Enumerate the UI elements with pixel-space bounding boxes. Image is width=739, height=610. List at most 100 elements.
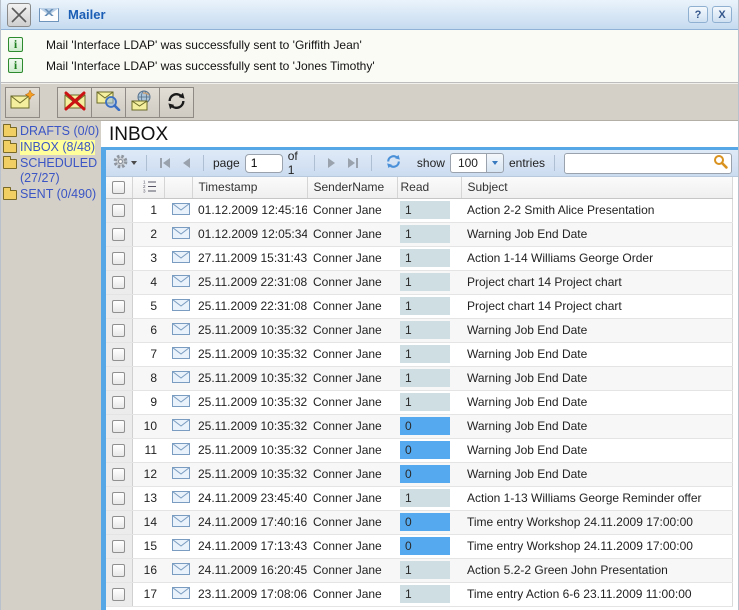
mail-icon[interactable]: [172, 204, 190, 218]
sender-cell: Conner Jane: [307, 558, 397, 582]
mail-icon[interactable]: [172, 444, 190, 458]
timestamp-cell: 25.11.2009 10:35:32: [192, 438, 307, 462]
row-checkbox[interactable]: [112, 324, 125, 337]
timestamp-cell: 27.11.2009 15:31:43: [192, 246, 307, 270]
next-page-button[interactable]: [324, 156, 339, 170]
read-cell: 1: [397, 246, 461, 270]
row-checkbox[interactable]: [112, 492, 125, 505]
row-checkbox[interactable]: [112, 228, 125, 241]
show-select-dropdown[interactable]: [486, 153, 504, 173]
row-checkbox[interactable]: [112, 396, 125, 409]
table-row[interactable]: 16 24.11.2009 16:20:45 Conner Jane 1 Act…: [106, 558, 733, 582]
read-cell: 0: [397, 534, 461, 558]
row-number: 16: [132, 558, 164, 582]
last-page-button[interactable]: [344, 156, 362, 170]
table-row[interactable]: 6 25.11.2009 10:35:32 Conner Jane 1 Warn…: [106, 318, 733, 342]
row-checkbox[interactable]: [112, 372, 125, 385]
table-row[interactable]: 4 25.11.2009 22:31:08 Conner Jane 1 Proj…: [106, 270, 733, 294]
table-row[interactable]: 5 25.11.2009 22:31:08 Conner Jane 1 Proj…: [106, 294, 733, 318]
read-badge: 1: [400, 345, 450, 363]
web-mail-button[interactable]: [125, 87, 160, 118]
table-row[interactable]: 8 25.11.2009 10:35:32 Conner Jane 1 Warn…: [106, 366, 733, 390]
row-checkbox[interactable]: [112, 516, 125, 529]
subject-cell: Warning Job End Date: [461, 414, 733, 438]
show-select[interactable]: 100: [450, 153, 486, 173]
mail-icon[interactable]: [172, 492, 190, 506]
row-checkbox[interactable]: [112, 276, 125, 289]
timestamp-cell: 25.11.2009 10:35:32: [192, 318, 307, 342]
reload-grid-button[interactable]: [381, 151, 406, 175]
help-button[interactable]: ?: [688, 6, 708, 23]
column-header-sendername[interactable]: SenderName: [307, 177, 397, 198]
row-checkbox[interactable]: [112, 252, 125, 265]
row-checkbox[interactable]: [112, 564, 125, 577]
message-table: 1 2 3 Timestamp SenderName Read: [106, 177, 733, 607]
sidebar-item-scheduled[interactable]: SCHEDULED (27/27): [3, 156, 100, 186]
new-mail-button[interactable]: [5, 87, 40, 118]
timestamp-cell: 24.11.2009 17:13:43: [192, 534, 307, 558]
table-row[interactable]: 12 25.11.2009 10:35:32 Conner Jane 0 War…: [106, 462, 733, 486]
mail-icon[interactable]: [172, 324, 190, 338]
refresh-button[interactable]: [159, 87, 194, 118]
mail-icon[interactable]: [172, 228, 190, 242]
grid-settings-button[interactable]: [112, 153, 137, 173]
of-label: of 1: [288, 149, 305, 177]
prev-page-button[interactable]: [179, 156, 194, 170]
delete-mail-button[interactable]: [57, 87, 92, 118]
mail-icon[interactable]: [172, 300, 190, 314]
sidebar-item-drafts[interactable]: DRAFTS (0/0): [3, 124, 100, 139]
search-input[interactable]: [565, 155, 709, 172]
search-button[interactable]: [709, 154, 731, 173]
read-badge: 1: [400, 369, 450, 387]
timestamp-cell: 25.11.2009 10:35:32: [192, 390, 307, 414]
row-checkbox[interactable]: [112, 204, 125, 217]
subject-cell: Warning Job End Date: [461, 438, 733, 462]
table-row[interactable]: 10 25.11.2009 10:35:32 Conner Jane 0 War…: [106, 414, 733, 438]
row-checkbox[interactable]: [112, 420, 125, 433]
page-input[interactable]: [245, 154, 283, 173]
mail-icon[interactable]: [172, 372, 190, 386]
row-checkbox[interactable]: [112, 588, 125, 601]
search-mail-button[interactable]: [91, 87, 126, 118]
table-row[interactable]: 13 24.11.2009 23:45:40 Conner Jane 1 Act…: [106, 486, 733, 510]
notification-text: Mail 'Interface LDAP' was successfully s…: [46, 38, 362, 52]
mail-icon[interactable]: [172, 276, 190, 290]
select-all-checkbox[interactable]: [112, 181, 125, 194]
column-header-subject[interactable]: Subject: [461, 177, 733, 198]
sidebar-item-sent[interactable]: SENT (0/490): [3, 187, 100, 202]
sidebar-item-inbox[interactable]: INBOX (8/48): [3, 140, 100, 155]
table-row[interactable]: 9 25.11.2009 10:35:32 Conner Jane 1 Warn…: [106, 390, 733, 414]
table-row[interactable]: 7 25.11.2009 10:35:32 Conner Jane 1 Warn…: [106, 342, 733, 366]
mail-icon[interactable]: [172, 588, 190, 602]
row-checkbox[interactable]: [112, 468, 125, 481]
mail-icon[interactable]: [172, 516, 190, 530]
mail-icon[interactable]: [172, 420, 190, 434]
row-number-column-header[interactable]: 1 2 3: [132, 177, 164, 198]
first-page-button[interactable]: [156, 156, 174, 170]
row-checkbox[interactable]: [112, 540, 125, 553]
info-icon: i: [8, 37, 23, 52]
table-row[interactable]: 14 24.11.2009 17:40:16 Conner Jane 0 Tim…: [106, 510, 733, 534]
row-checkbox[interactable]: [112, 348, 125, 361]
mail-icon[interactable]: [172, 540, 190, 554]
table-row[interactable]: 11 25.11.2009 10:35:32 Conner Jane 0 War…: [106, 438, 733, 462]
mail-icon[interactable]: [172, 564, 190, 578]
mail-icon-column-header[interactable]: [164, 177, 192, 198]
table-row[interactable]: 3 27.11.2009 15:31:43 Conner Jane 1 Acti…: [106, 246, 733, 270]
mail-icon[interactable]: [172, 396, 190, 410]
column-header-read[interactable]: Read: [397, 177, 461, 198]
subject-cell: Action 2-2 Smith Alice Presentation: [461, 198, 733, 222]
mail-icon[interactable]: [172, 252, 190, 266]
mail-icon[interactable]: [172, 348, 190, 362]
row-checkbox[interactable]: [112, 300, 125, 313]
table-row[interactable]: 2 01.12.2009 12:05:34 Conner Jane 1 Warn…: [106, 222, 733, 246]
column-header-timestamp[interactable]: Timestamp: [192, 177, 307, 198]
table-row[interactable]: 1 01.12.2009 12:45:16 Conner Jane 1 Acti…: [106, 198, 733, 222]
mail-icon[interactable]: [172, 468, 190, 482]
row-checkbox[interactable]: [112, 444, 125, 457]
timestamp-cell: 25.11.2009 10:35:32: [192, 342, 307, 366]
table-row[interactable]: 17 23.11.2009 17:08:06 Conner Jane 1 Tim…: [106, 582, 733, 606]
table-row[interactable]: 15 24.11.2009 17:13:43 Conner Jane 0 Tim…: [106, 534, 733, 558]
read-badge: 0: [400, 513, 450, 531]
close-button[interactable]: X: [712, 6, 732, 23]
